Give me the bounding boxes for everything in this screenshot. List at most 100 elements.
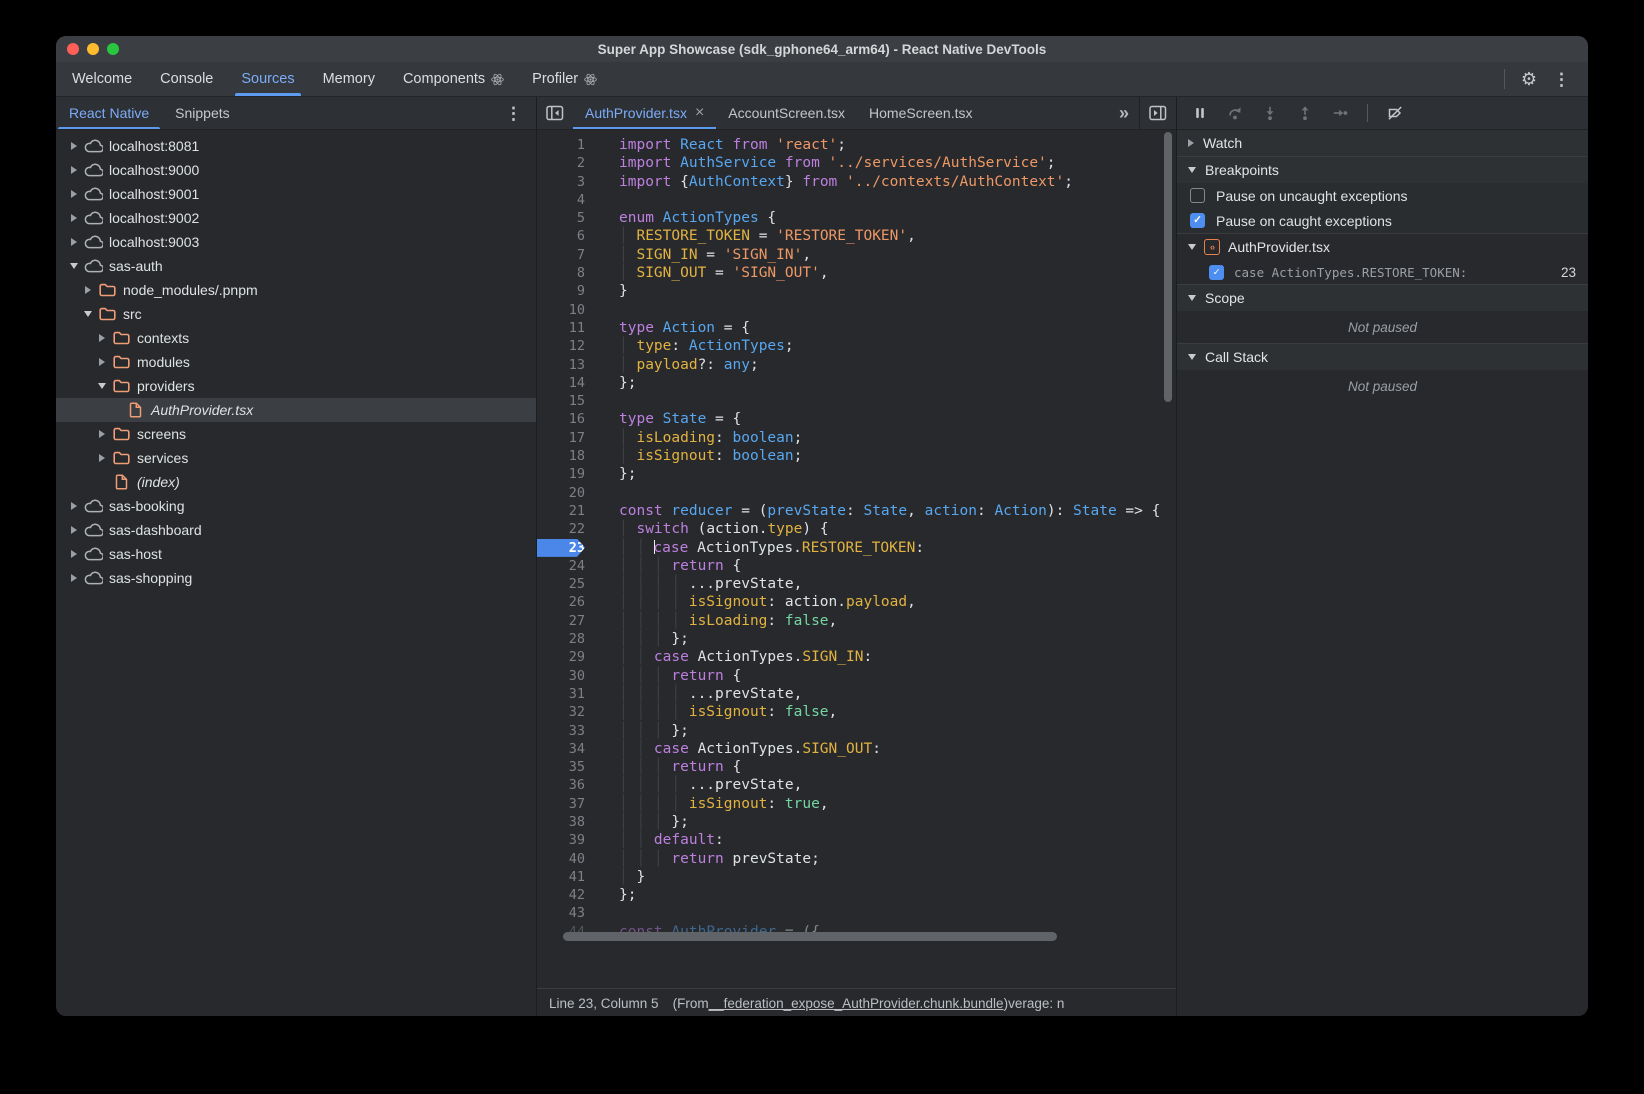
line-number[interactable]: 42 bbox=[537, 886, 597, 904]
line-number[interactable]: 29 bbox=[537, 648, 597, 666]
tree-item-sas-shopping[interactable]: sas-shopping bbox=[56, 566, 536, 590]
tree-item-localhost-9003[interactable]: localhost:9003 bbox=[56, 230, 536, 254]
main-tab-profiler[interactable]: Profiler bbox=[518, 62, 611, 96]
main-tab-welcome[interactable]: Welcome bbox=[58, 62, 146, 96]
code-line-6[interactable]: 6│ RESTORE_TOKEN = 'RESTORE_TOKEN', bbox=[537, 227, 1176, 245]
call-stack-section-header[interactable]: Call Stack bbox=[1177, 343, 1588, 370]
code-line-39[interactable]: 39│ │ default: bbox=[537, 831, 1176, 849]
line-number[interactable]: 12 bbox=[537, 337, 597, 355]
code-line-15[interactable]: 15 bbox=[537, 392, 1176, 410]
editor-tab-homescreen-tsx[interactable]: HomeScreen.tsx bbox=[857, 97, 984, 129]
code-line-19[interactable]: 19}; bbox=[537, 465, 1176, 483]
line-number[interactable]: 2 bbox=[537, 154, 597, 172]
tree-item-contexts[interactable]: contexts bbox=[56, 326, 536, 350]
tree-item-providers[interactable]: providers bbox=[56, 374, 536, 398]
breakpoint-file-group[interactable]: ‹› AuthProvider.tsx bbox=[1177, 234, 1588, 260]
breakpoints-section-header[interactable]: Breakpoints bbox=[1177, 156, 1588, 183]
line-number[interactable]: 20 bbox=[537, 484, 597, 502]
code-line-21[interactable]: 21const reducer = (prevState: State, act… bbox=[537, 502, 1176, 520]
line-number[interactable]: 16 bbox=[537, 410, 597, 428]
line-number[interactable]: 26 bbox=[537, 593, 597, 611]
code-line-23[interactable]: 23│ │ case ActionTypes.RESTORE_TOKEN: bbox=[537, 539, 1176, 557]
code-line-30[interactable]: 30│ │ │ return { bbox=[537, 667, 1176, 685]
code-line-24[interactable]: 24│ │ │ return { bbox=[537, 557, 1176, 575]
line-number[interactable]: 13 bbox=[537, 356, 597, 374]
close-window-icon[interactable] bbox=[67, 43, 79, 55]
tree-item-sas-host[interactable]: sas-host bbox=[56, 542, 536, 566]
pause-script-icon[interactable] bbox=[1192, 105, 1208, 121]
code-line-1[interactable]: 1import React from 'react'; bbox=[537, 136, 1176, 154]
line-number[interactable]: 38 bbox=[537, 813, 597, 831]
tree-item-localhost-8081[interactable]: localhost:8081 bbox=[56, 134, 536, 158]
line-number[interactable]: 3 bbox=[537, 173, 597, 191]
horizontal-scrollbar[interactable] bbox=[563, 932, 1057, 941]
code-line-38[interactable]: 38│ │ │ }; bbox=[537, 813, 1176, 831]
code-line-8[interactable]: 8│ SIGN_OUT = 'SIGN_OUT', bbox=[537, 264, 1176, 282]
code-line-17[interactable]: 17│ isLoading: boolean; bbox=[537, 429, 1176, 447]
vertical-scrollbar[interactable] bbox=[1164, 132, 1172, 402]
line-number[interactable]: 40 bbox=[537, 850, 597, 868]
tree-item-localhost-9000[interactable]: localhost:9000 bbox=[56, 158, 536, 182]
step-into-icon[interactable] bbox=[1262, 105, 1278, 121]
main-tab-components[interactable]: Components bbox=[389, 62, 518, 96]
line-number[interactable]: 17 bbox=[537, 429, 597, 447]
code-line-35[interactable]: 35│ │ │ return { bbox=[537, 758, 1176, 776]
navigator-tab-react-native[interactable]: React Native bbox=[56, 97, 162, 129]
line-number[interactable]: 8 bbox=[537, 264, 597, 282]
code-line-5[interactable]: 5enum ActionTypes { bbox=[537, 209, 1176, 227]
code-line-41[interactable]: 41│ } bbox=[537, 868, 1176, 886]
scope-section-header[interactable]: Scope bbox=[1177, 284, 1588, 311]
code-line-4[interactable]: 4 bbox=[537, 191, 1176, 209]
line-number[interactable]: 32 bbox=[537, 703, 597, 721]
breakpoint-entry[interactable]: case ActionTypes.RESTORE_TOKEN:23 bbox=[1177, 260, 1588, 284]
code-line-33[interactable]: 33│ │ │ }; bbox=[537, 722, 1176, 740]
editor-tab-accountscreen-tsx[interactable]: AccountScreen.tsx bbox=[716, 97, 857, 129]
code-line-12[interactable]: 12│ type: ActionTypes; bbox=[537, 337, 1176, 355]
line-number[interactable]: 33 bbox=[537, 722, 597, 740]
pause-option-pause-on-uncaught-exceptions[interactable]: Pause on uncaught exceptions bbox=[1177, 183, 1588, 208]
tree-item-localhost-9001[interactable]: localhost:9001 bbox=[56, 182, 536, 206]
minimize-window-icon[interactable] bbox=[87, 43, 99, 55]
line-number[interactable]: 19 bbox=[537, 465, 597, 483]
line-number[interactable]: 31 bbox=[537, 685, 597, 703]
line-number[interactable]: 18 bbox=[537, 447, 597, 465]
code-line-14[interactable]: 14}; bbox=[537, 374, 1176, 392]
code-line-32[interactable]: 32│ │ │ │ isSignout: false, bbox=[537, 703, 1176, 721]
line-number[interactable]: 22 bbox=[537, 520, 597, 538]
code-line-18[interactable]: 18│ isSignout: boolean; bbox=[537, 447, 1176, 465]
line-number[interactable]: 34 bbox=[537, 740, 597, 758]
step-over-icon[interactable] bbox=[1227, 105, 1243, 121]
tree-item-localhost-9002[interactable]: localhost:9002 bbox=[56, 206, 536, 230]
tree-item-node-modules-pnpm[interactable]: node_modules/.pnpm bbox=[56, 278, 536, 302]
line-number[interactable]: 10 bbox=[537, 301, 597, 319]
tree-item-screens[interactable]: screens bbox=[56, 422, 536, 446]
step-out-icon[interactable] bbox=[1297, 105, 1313, 121]
line-number[interactable]: 5 bbox=[537, 209, 597, 227]
checkbox[interactable] bbox=[1190, 213, 1205, 228]
navigator-tab-snippets[interactable]: Snippets bbox=[162, 97, 242, 129]
tree-item-modules[interactable]: modules bbox=[56, 350, 536, 374]
more-tabs-icon[interactable]: » bbox=[1109, 97, 1139, 129]
line-number[interactable]: 15 bbox=[537, 392, 597, 410]
line-number[interactable]: 30 bbox=[537, 667, 597, 685]
toggle-navigator-icon[interactable] bbox=[537, 97, 573, 129]
toggle-debugger-sidebar-icon[interactable] bbox=[1140, 97, 1176, 129]
code-line-27[interactable]: 27│ │ │ │ isLoading: false, bbox=[537, 612, 1176, 630]
main-tab-sources[interactable]: Sources bbox=[227, 62, 308, 96]
code-line-40[interactable]: 40│ │ │ return prevState; bbox=[537, 850, 1176, 868]
line-number[interactable]: 41 bbox=[537, 868, 597, 886]
tree-item-index[interactable]: (index) bbox=[56, 470, 536, 494]
line-number[interactable]: 9 bbox=[537, 282, 597, 300]
line-number[interactable]: 36 bbox=[537, 776, 597, 794]
line-number[interactable]: 43 bbox=[537, 904, 597, 922]
main-tab-memory[interactable]: Memory bbox=[309, 62, 389, 96]
code-line-34[interactable]: 34│ │ case ActionTypes.SIGN_OUT: bbox=[537, 740, 1176, 758]
step-icon[interactable] bbox=[1332, 105, 1348, 121]
line-number[interactable]: 7 bbox=[537, 246, 597, 264]
tree-item-authprovider-tsx[interactable]: AuthProvider.tsx bbox=[56, 398, 536, 422]
code-line-9[interactable]: 9} bbox=[537, 282, 1176, 300]
tree-item-sas-auth[interactable]: sas-auth bbox=[56, 254, 536, 278]
line-number[interactable]: 24 bbox=[537, 557, 597, 575]
code-line-7[interactable]: 7│ SIGN_IN = 'SIGN_IN', bbox=[537, 246, 1176, 264]
line-number[interactable]: 35 bbox=[537, 758, 597, 776]
